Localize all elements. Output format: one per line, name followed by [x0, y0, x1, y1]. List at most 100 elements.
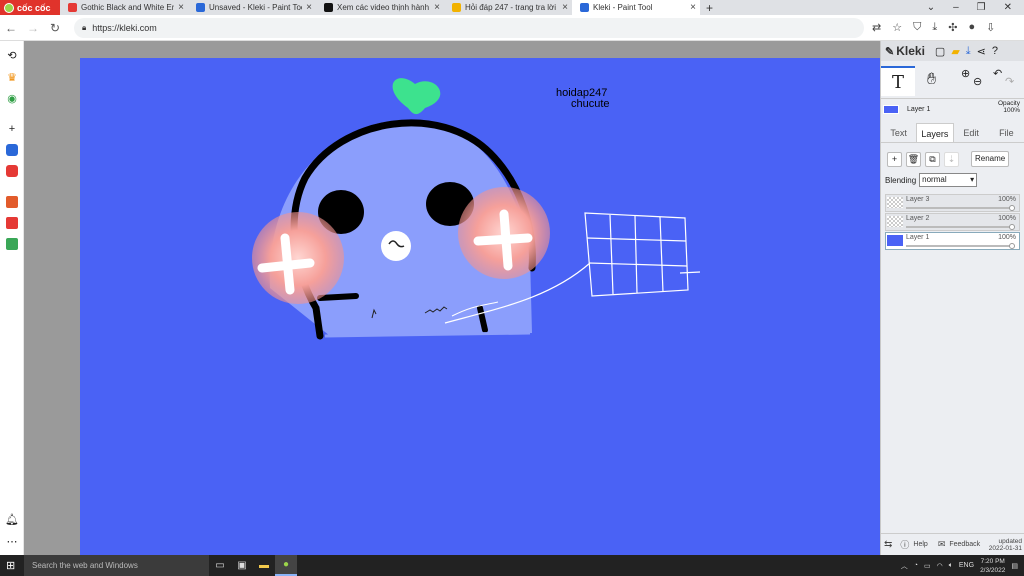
hand-tool-icon[interactable]: ✋︎: [927, 71, 936, 89]
close-tab-icon[interactable]: ×: [306, 2, 312, 13]
app-sidebar-icon-2[interactable]: [6, 217, 18, 229]
zoom-out-icon[interactable]: ⊖: [973, 75, 982, 88]
add-layer-button[interactable]: +: [887, 151, 902, 167]
history-icon[interactable]: ⟲: [6, 49, 18, 62]
layer-opacity-slider[interactable]: [906, 207, 1011, 209]
redo-icon[interactable]: ↷: [1005, 75, 1014, 88]
translate-icon[interactable]: ⇄: [872, 21, 881, 34]
tab-title: Hỏi đáp 247 - trang tra lời: [465, 3, 557, 12]
tab-1[interactable]: Unsaved - Kleki - Paint Tool ×: [188, 0, 316, 15]
add-sidebar-icon[interactable]: +: [6, 123, 18, 135]
text-tool-button[interactable]: T: [881, 66, 915, 96]
panel-footer: ⇆ ⓘ Help ✉ Feedback updated 2022-01-31: [881, 533, 1024, 555]
zoom-in-icon[interactable]: ⊕: [961, 67, 970, 80]
feedback-link[interactable]: Feedback: [949, 541, 980, 548]
profile-icon[interactable]: ●: [968, 21, 975, 34]
drawing-canvas[interactable]: hoidap247 chucute: [80, 58, 880, 555]
battery-icon[interactable]: ▭: [924, 562, 931, 570]
clock[interactable]: 7:20 PM 2/3/2022: [980, 557, 1005, 575]
close-tab-icon[interactable]: ×: [690, 2, 696, 13]
address-bar[interactable]: 🔒︎ https://kleki.com: [74, 17, 864, 38]
crown-icon[interactable]: ♛: [6, 71, 18, 84]
tab-layers[interactable]: Layers: [916, 123, 954, 142]
share-icon[interactable]: ⋖: [977, 45, 986, 58]
taskbar-search[interactable]: Search the web and Windows: [24, 555, 209, 576]
youtube-sidebar-icon[interactable]: [6, 165, 18, 177]
current-layer-bar: Layer 1 Opacity 100%: [881, 99, 1024, 119]
layer-opacity: 100%: [998, 196, 1016, 203]
game-icon[interactable]: ◉: [6, 92, 18, 105]
tab-4[interactable]: Kleki - Paint Tool ×: [572, 0, 700, 15]
rename-button[interactable]: Rename: [971, 151, 1010, 167]
extensions-icon[interactable]: ✣: [948, 21, 957, 34]
windows-start-icon[interactable]: ⊞: [6, 559, 15, 572]
layer-opacity-slider[interactable]: [906, 226, 1011, 228]
close-tab-icon[interactable]: ×: [178, 2, 184, 13]
new-image-icon[interactable]: ▢: [935, 45, 945, 58]
feedback-icon[interactable]: ✉: [938, 539, 946, 550]
help-link[interactable]: Help: [913, 541, 927, 548]
sheets-sidebar-icon[interactable]: [6, 238, 18, 250]
clock-date: 2/3/2022: [980, 566, 1006, 574]
layer-opacity-handle[interactable]: [1009, 224, 1015, 230]
layer-item-3[interactable]: Layer 3 100%: [885, 194, 1020, 212]
file-explorer-icon[interactable]: ▬: [253, 555, 275, 576]
store-icon[interactable]: ▣: [231, 555, 253, 576]
shield-icon[interactable]: ⛉: [913, 21, 921, 34]
blending-select[interactable]: normal: [919, 173, 978, 187]
tab-0[interactable]: Gothic Black and White Endi ×: [60, 0, 188, 15]
reload-icon[interactable]: ↻: [44, 21, 66, 35]
notifications-icon[interactable]: ▤: [1011, 562, 1018, 570]
tab-3[interactable]: Hỏi đáp 247 - trang tra lời ×: [444, 0, 572, 15]
coccoc-taskbar-icon[interactable]: ●: [275, 555, 297, 576]
bookmark-star-icon[interactable]: ☆: [892, 21, 902, 34]
tab-file[interactable]: File: [989, 123, 1024, 142]
browser-brand[interactable]: cốc cốc: [0, 0, 60, 15]
layer-item-1[interactable]: Layer 1 100%: [885, 232, 1020, 250]
undo-icon[interactable]: ↶: [993, 67, 1002, 80]
download-icon[interactable]: ⤓: [932, 21, 937, 34]
forward-icon[interactable]: →: [22, 21, 44, 35]
app-sidebar-icon-1[interactable]: [6, 196, 18, 208]
swap-side-icon[interactable]: ⇆: [884, 539, 892, 550]
task-view-icon[interactable]: ▭: [209, 555, 231, 576]
language-indicator[interactable]: ENG: [959, 562, 974, 569]
tab-text[interactable]: Text: [881, 123, 916, 142]
save-icon[interactable]: ⤓: [966, 45, 971, 58]
current-layer-thumbnail: [883, 104, 899, 114]
left-arm: [317, 293, 359, 301]
bell-icon[interactable]: 🔔︎: [5, 513, 19, 526]
tab-search-icon[interactable]: ⌄: [927, 2, 935, 13]
kleki-sidebar-icon[interactable]: [6, 144, 18, 156]
browser-brand-label: cốc cốc: [17, 2, 51, 13]
close-tab-icon[interactable]: ×: [434, 2, 440, 13]
new-tab-button[interactable]: +: [700, 1, 719, 15]
layer-opacity-handle[interactable]: [1009, 205, 1015, 211]
coccoc-logo-icon: [4, 2, 14, 13]
help-circle-icon[interactable]: ?: [992, 45, 998, 57]
minimize-icon[interactable]: –: [953, 2, 959, 13]
more-icon[interactable]: ⋯: [6, 535, 18, 548]
lock-icon[interactable]: 🔒︎: [82, 23, 86, 33]
restore-icon[interactable]: ❐: [977, 2, 986, 13]
tab-2[interactable]: Xem các video thịnh hành dà ×: [316, 0, 444, 15]
delete-layer-button[interactable]: 🗑︎: [906, 151, 921, 167]
close-window-icon[interactable]: ✕: [1004, 2, 1012, 13]
back-icon[interactable]: ←: [0, 21, 22, 35]
tray-chevron-icon[interactable]: ︿: [901, 561, 908, 571]
current-layer-name: Layer 1: [907, 105, 931, 113]
layer-item-2[interactable]: Layer 2 100%: [885, 213, 1020, 231]
duplicate-layer-button[interactable]: ⧉: [925, 151, 940, 167]
close-tab-icon[interactable]: ×: [562, 2, 568, 13]
mode-tabs: Text Layers Edit File: [881, 123, 1024, 143]
layer-opacity-slider[interactable]: [906, 245, 1011, 247]
help-icon[interactable]: ⓘ: [900, 538, 909, 551]
open-file-icon[interactable]: ▰: [951, 45, 959, 58]
wifi-icon[interactable]: ◠: [937, 562, 943, 570]
downloads-icon[interactable]: ⇩: [986, 21, 995, 34]
merge-layer-button[interactable]: ⇣: [944, 151, 959, 167]
network-icon[interactable]: ◔: [914, 562, 918, 569]
volume-icon[interactable]: 🔈︎: [949, 562, 953, 570]
layer-opacity-handle[interactable]: [1009, 243, 1015, 249]
tab-edit[interactable]: Edit: [954, 123, 989, 142]
